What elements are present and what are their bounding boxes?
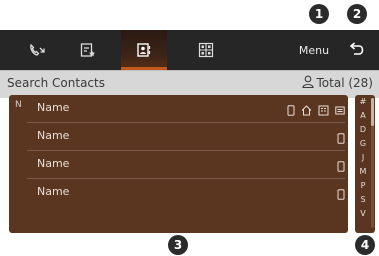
alpha-index-letter[interactable]: V bbox=[355, 209, 371, 218]
tab-contacts[interactable] bbox=[121, 30, 167, 70]
back-button[interactable] bbox=[340, 30, 372, 70]
contact-list[interactable]: N Name Name Name Name bbox=[9, 95, 348, 233]
menu-button[interactable]: Menu bbox=[290, 30, 338, 70]
contact-name: Name bbox=[37, 157, 70, 170]
callout-marker-1: 1 bbox=[309, 4, 329, 24]
alpha-index-letter[interactable]: P bbox=[355, 181, 371, 190]
contact-icons bbox=[287, 101, 345, 120]
contact-icons bbox=[337, 129, 345, 148]
callout-marker-4: 4 bbox=[355, 235, 375, 255]
contacts-icon bbox=[136, 42, 152, 58]
contact-name: Name bbox=[37, 101, 70, 114]
back-icon bbox=[348, 41, 364, 60]
contact-icons bbox=[337, 157, 345, 176]
office-icon bbox=[318, 101, 329, 120]
mobile-icon bbox=[287, 101, 295, 120]
alpha-index-letter[interactable]: J bbox=[355, 153, 371, 162]
tab-favorites[interactable] bbox=[70, 30, 106, 70]
other-number-icon bbox=[335, 101, 345, 120]
contact-name: Name bbox=[37, 129, 70, 142]
callout-marker-3: 3 bbox=[168, 235, 188, 255]
section-index-letter: N bbox=[15, 100, 22, 110]
contact-icons bbox=[337, 185, 345, 204]
contact-name: Name bbox=[37, 185, 70, 198]
search-input[interactable]: Search Contacts bbox=[7, 76, 105, 90]
tab-call-log[interactable] bbox=[18, 30, 56, 70]
alphabet-index-bar[interactable]: # A D G J M P S V bbox=[355, 95, 375, 233]
mobile-icon bbox=[337, 129, 345, 148]
contact-row[interactable]: Name bbox=[27, 179, 345, 206]
total-count: Total (28) bbox=[301, 75, 373, 91]
alpha-index-letter[interactable]: A bbox=[355, 111, 371, 120]
tab-keypad[interactable] bbox=[188, 30, 224, 70]
total-label: Total (28) bbox=[316, 76, 373, 90]
keypad-icon bbox=[198, 42, 214, 58]
contact-row[interactable]: Name bbox=[27, 95, 345, 123]
alpha-index-letter[interactable]: S bbox=[355, 195, 371, 204]
call-log-icon bbox=[28, 43, 46, 57]
mobile-icon bbox=[337, 157, 345, 176]
search-bar[interactable]: Search Contacts Total (28) bbox=[0, 70, 379, 98]
contact-row[interactable]: Name bbox=[27, 151, 345, 179]
home-icon bbox=[301, 101, 312, 120]
scrollbar-thumb[interactable] bbox=[371, 98, 374, 126]
callout-marker-2: 2 bbox=[347, 4, 367, 24]
favorites-icon bbox=[80, 42, 96, 58]
mobile-icon bbox=[337, 185, 345, 204]
alpha-index-letter[interactable]: # bbox=[355, 97, 371, 106]
person-icon bbox=[301, 75, 314, 91]
alpha-index-letter[interactable]: D bbox=[355, 125, 371, 134]
alpha-index-letter[interactable]: G bbox=[355, 139, 371, 148]
alpha-index-letter[interactable]: M bbox=[355, 167, 371, 176]
contact-row[interactable]: Name bbox=[27, 123, 345, 151]
